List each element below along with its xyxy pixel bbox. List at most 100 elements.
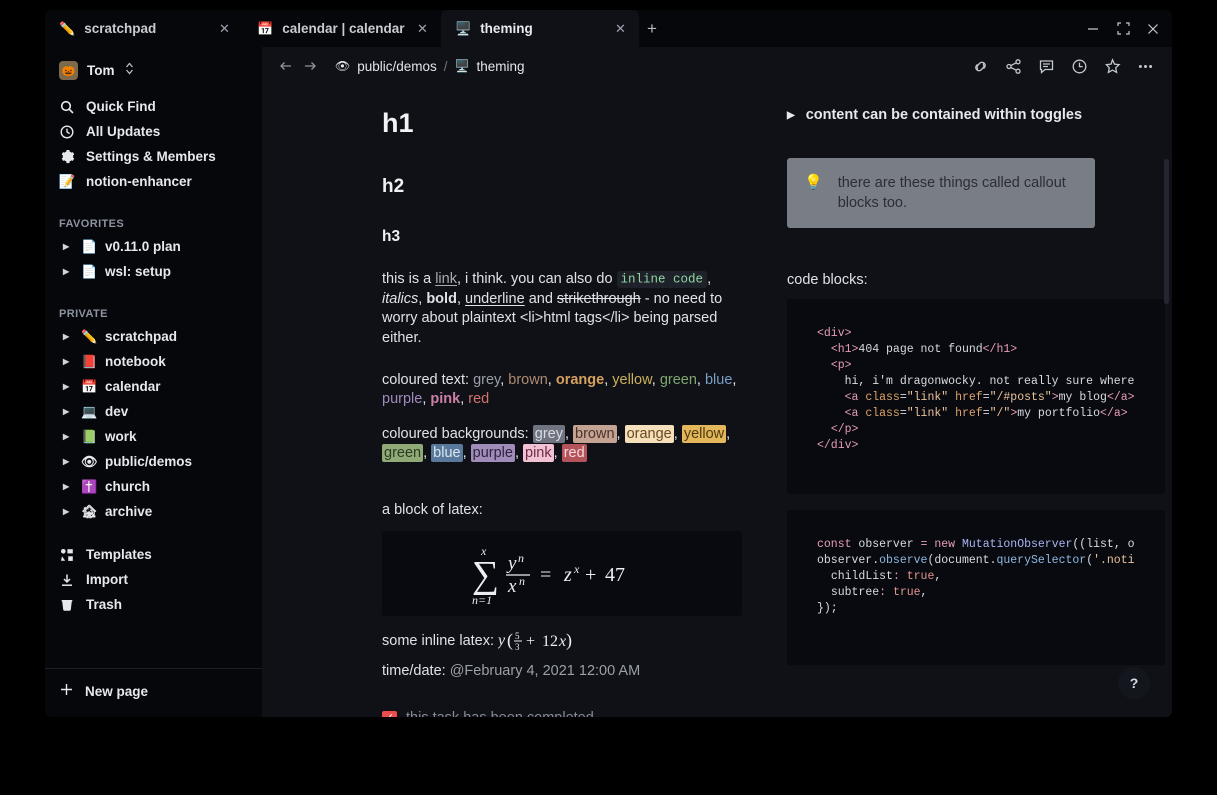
heading-h2: h2 — [382, 176, 742, 199]
sidebar-item-label: notion-enhancer — [86, 174, 192, 189]
chevron-right-icon[interactable]: ▶ — [63, 508, 73, 516]
maximize-button[interactable] — [1108, 14, 1138, 44]
breadcrumb-parent[interactable]: public/demos — [357, 59, 437, 74]
code-block-javascript[interactable]: const observer = new MutationObserver((l… — [787, 510, 1165, 665]
inline-latex-svg: y ( 5 3 + 12 x ) — [498, 629, 574, 651]
more-options-icon[interactable] — [1134, 55, 1156, 77]
content-scrollbar[interactable] — [1164, 159, 1169, 304]
new-page-button[interactable]: New page — [45, 669, 262, 713]
chevron-right-icon[interactable]: ▶ — [63, 243, 73, 251]
sidebar-item-label: notebook — [105, 354, 166, 369]
latex-block-label: a block of latex: — [382, 501, 742, 520]
todo-label: this task has been completed. — [406, 709, 598, 717]
heading-h1: h1 — [382, 107, 742, 139]
import-icon — [59, 573, 75, 587]
bg-yellow: yellow — [682, 425, 726, 443]
chevron-right-icon[interactable]: ▶ — [63, 458, 73, 466]
text-fragment: this is a — [382, 271, 435, 287]
latex-block[interactable]: ∑ x n=1 y n x n = z x + 47 — [382, 531, 742, 616]
comment-icon[interactable] — [1035, 55, 1057, 77]
sidebar-item-label: Trash — [86, 597, 122, 612]
tab-close-icon[interactable]: ✕ — [414, 20, 431, 37]
italic-text: italics — [382, 291, 418, 307]
sidebar-item-archive[interactable]: ▶ 🏚 archive — [45, 499, 262, 524]
sidebar-item-notion-enhancer[interactable]: 📝 notion-enhancer — [45, 169, 262, 194]
coloured-text-label: coloured text: — [382, 372, 473, 388]
sidebar-item-label: v0.11.0 plan — [105, 239, 181, 254]
history-icon[interactable] — [1068, 55, 1090, 77]
coloured-text-paragraph: coloured text: grey, brown, orange, yell… — [382, 371, 742, 410]
todo-item-completed[interactable]: ✓ this task has been completed. — [382, 709, 742, 717]
sidebar-item-label: scratchpad — [105, 329, 177, 344]
sidebar-item-v0110-plan[interactable]: ▶ 📄 v0.11.0 plan — [45, 234, 262, 259]
callout-block[interactable]: 💡 there are these things called callout … — [787, 158, 1095, 228]
chevron-right-icon[interactable]: ▶ — [63, 268, 73, 276]
sidebar-item-wsl-setup[interactable]: ▶ 📄 wsl: setup — [45, 259, 262, 284]
sidebar-item-label: Quick Find — [86, 99, 156, 114]
pencil-icon: ✏️ — [59, 22, 75, 35]
svg-text:∑: ∑ — [472, 554, 499, 596]
chevron-right-icon[interactable]: ▶ — [63, 408, 73, 416]
chevron-right-icon[interactable]: ▶ — [63, 333, 73, 341]
sidebar-item-work[interactable]: ▶ 📗 work — [45, 424, 262, 449]
forward-button[interactable] — [298, 54, 322, 78]
tab-theming[interactable]: 🖥️ theming ✕ — [441, 10, 639, 47]
inline-latex-value[interactable]: y ( 5 3 + 12 x ) — [498, 633, 574, 649]
sidebar-item-label: Settings & Members — [86, 149, 216, 164]
search-icon — [59, 100, 75, 114]
sidebar-item-all-updates[interactable]: All Updates — [45, 119, 262, 144]
tab-calendar[interactable]: 📅 calendar | calendar ✕ — [243, 10, 441, 47]
chevron-right-icon[interactable]: ▶ — [63, 483, 73, 491]
sidebar-item-notebook[interactable]: ▶ 📕 notebook — [45, 349, 262, 374]
clock-icon — [59, 125, 75, 139]
tab-scratchpad[interactable]: ✏️ scratchpad ✕ — [45, 10, 243, 47]
updates-icon[interactable] — [969, 55, 991, 77]
sidebar-footer: New page — [45, 662, 262, 717]
sidebar-item-dev[interactable]: ▶ 💻 dev — [45, 399, 262, 424]
favorite-star-icon[interactable] — [1101, 55, 1123, 77]
sidebar-item-scratchpad[interactable]: ▶ ✏️ scratchpad — [45, 324, 262, 349]
timedate-value[interactable]: @February 4, 2021 12:00 AM — [450, 663, 640, 679]
svg-text:(: ( — [507, 630, 513, 651]
colour-orange: orange — [556, 372, 604, 388]
sidebar-item-label: work — [105, 429, 137, 444]
favorites-header: FAVORITES — [45, 208, 262, 234]
latex-equation-svg: ∑ x n=1 y n x n = z x + 47 — [472, 541, 652, 607]
window-controls — [1078, 10, 1168, 47]
sidebar-item-templates[interactable]: Templates — [45, 542, 262, 567]
minimize-button[interactable] — [1078, 14, 1108, 44]
inline-code: inline code — [617, 271, 708, 288]
chevron-right-icon[interactable]: ▶ — [63, 383, 73, 391]
body-split: 🎃 Tom Quick Find All Updat — [45, 47, 1172, 717]
sidebar-item-church[interactable]: ▶ ✝️ church — [45, 474, 262, 499]
checkbox-checked-icon[interactable]: ✓ — [382, 711, 397, 717]
sidebar-item-settings-members[interactable]: Settings & Members — [45, 144, 262, 169]
svg-text:3: 3 — [515, 642, 520, 651]
svg-text:x: x — [558, 633, 566, 650]
tab-close-icon[interactable]: ✕ — [216, 20, 233, 37]
new-tab-button[interactable]: + — [639, 10, 665, 47]
workspace-switcher[interactable]: 🎃 Tom — [45, 55, 262, 85]
svg-text:=: = — [540, 564, 551, 586]
close-button[interactable] — [1138, 14, 1168, 44]
chevron-right-icon[interactable]: ▶ — [63, 358, 73, 366]
inline-link[interactable]: link — [435, 271, 457, 287]
code-block-html[interactable]: <div> <h1>404 page not found</h1> <p> hi… — [787, 299, 1165, 494]
sidebar-item-import[interactable]: Import — [45, 567, 262, 592]
help-button[interactable]: ? — [1118, 667, 1150, 699]
tab-close-icon[interactable]: ✕ — [612, 20, 629, 37]
chevron-right-icon[interactable]: ▶ — [63, 433, 73, 441]
bg-grey: grey — [533, 425, 565, 443]
chevron-right-icon[interactable]: ▶ — [787, 110, 795, 121]
sidebar-item-trash[interactable]: Trash — [45, 592, 262, 617]
sidebar-item-quick-find[interactable]: Quick Find — [45, 94, 262, 119]
page-icon: 📄 — [81, 264, 97, 280]
sidebar-item-public-demos[interactable]: ▶ 👁 public/demos — [45, 449, 262, 474]
breadcrumb-current[interactable]: theming — [477, 59, 525, 74]
share-icon[interactable] — [1002, 55, 1024, 77]
back-button[interactable] — [274, 54, 298, 78]
toggle-block[interactable]: ▶ content can be contained within toggle… — [787, 107, 1165, 123]
sidebar-item-calendar[interactable]: ▶ 📅 calendar — [45, 374, 262, 399]
bg-purple: purple — [471, 444, 515, 462]
sidebar-item-label: wsl: setup — [105, 264, 171, 279]
